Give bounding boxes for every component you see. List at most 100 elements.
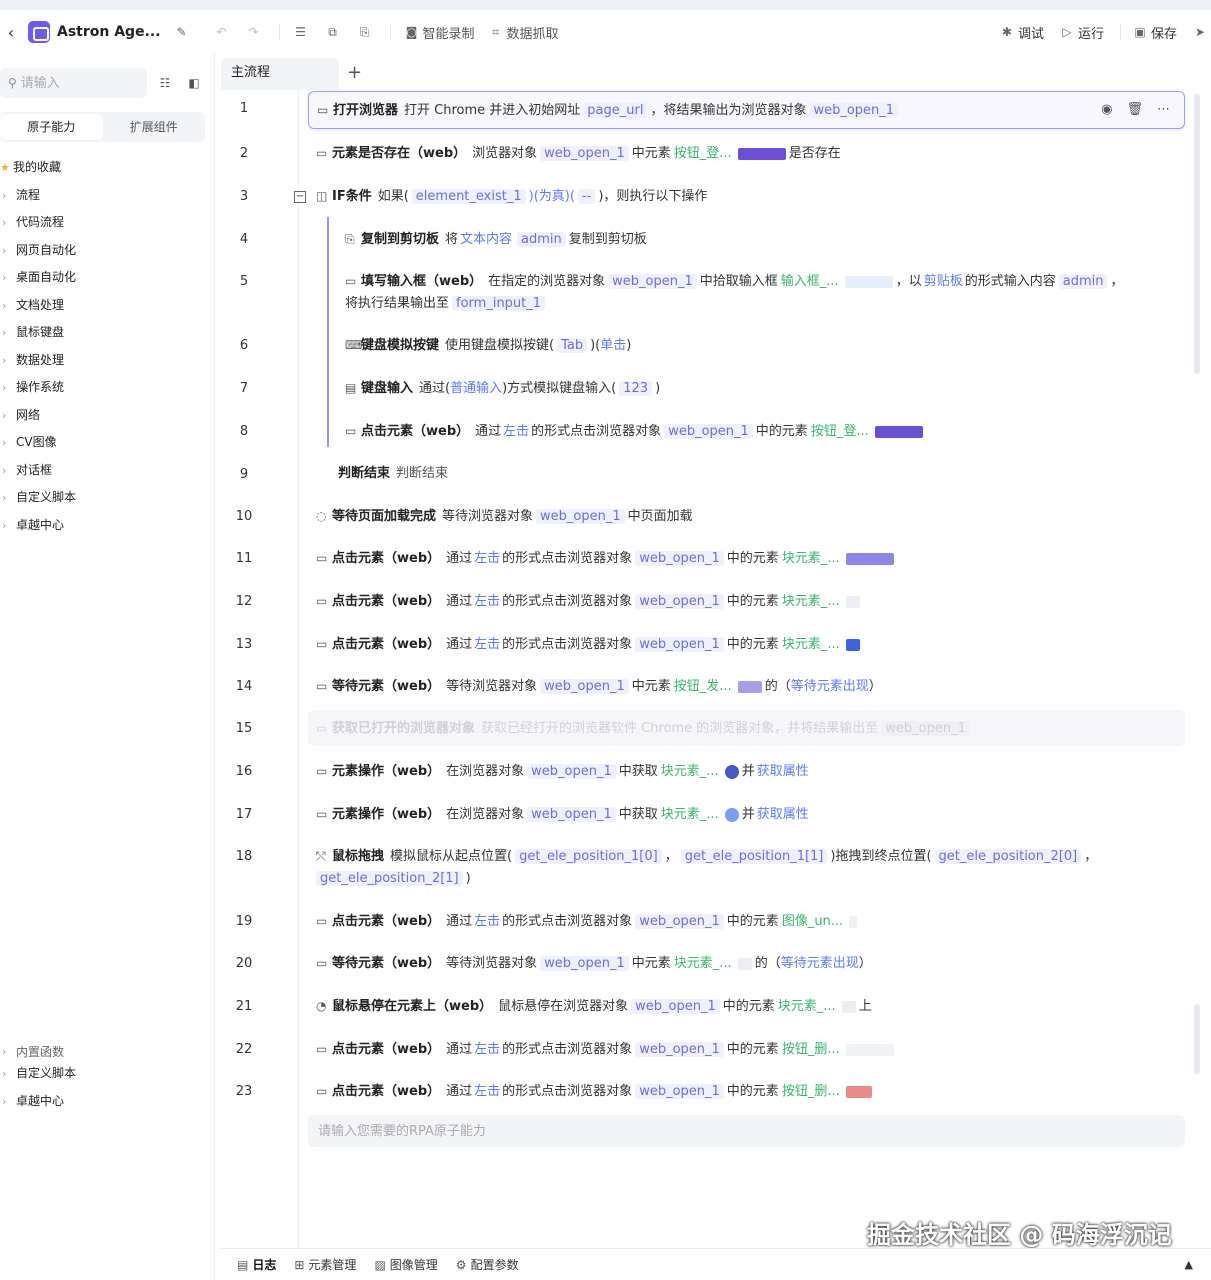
flow-row[interactable]: 17 ▭ 元素操作（web） 在浏览器对象 web_open_1 中获取 块元素_... 并…: [219, 803, 1194, 827]
option-link[interactable]: 左击: [474, 594, 500, 609]
debug-button[interactable]: ✱ 调试: [1000, 23, 1044, 42]
variable-chip[interactable]: web_open_1: [635, 637, 724, 652]
paste-icon[interactable]: ⎘: [358, 25, 376, 39]
smart-record-button[interactable]: ◙ 智能录制: [405, 23, 475, 42]
step-card[interactable]: ▭ 等待元素（web） 等待浏览器对象 web_open_1 中元素 按钮_发... 的（等…: [308, 675, 1185, 698]
more-icon[interactable]: ⋯: [1157, 92, 1170, 128]
variable-chip[interactable]: web_open_1: [635, 594, 724, 609]
element-chip[interactable]: 按钮_发...: [674, 679, 732, 694]
variable-chip[interactable]: web_open_1: [635, 1042, 724, 1057]
step-card[interactable]: ⎘ 复制到剪切板将文本内容 admin 复制到剪切板: [337, 228, 1185, 251]
tree-item-cv-image[interactable]: CV图像: [0, 429, 210, 457]
tree-item-web-automation[interactable]: 网页自动化: [0, 237, 210, 265]
step-card[interactable]: ▭ 点击元素（web） 通过 左击 的形式点击浏览器对象 web_open_1 中的元素 按钮…: [308, 1038, 1185, 1061]
save-button[interactable]: ▣ 保存: [1133, 23, 1177, 42]
flow-row[interactable]: 14 ▭ 等待元素（web） 等待浏览器对象 web_open_1 中元素 按钮_发...…: [219, 675, 1194, 699]
undo-icon[interactable]: ↶: [215, 25, 233, 39]
step-card[interactable]: ▭ 点击元素（web） 通过 左击 的形式点击浏览器对象 web_open_1 中的元素 按钮…: [337, 420, 1185, 443]
expand-panel-icon[interactable]: ▲: [1185, 1258, 1193, 1271]
flow-row-disabled[interactable]: 15 ▭ 获取已打开的浏览器对象 获取已经打开的浏览器软件 Chrome 的浏览器对…: [219, 710, 1194, 746]
flow-row[interactable]: 21 ◔ 鼠标悬停在元素上（web） 鼠标悬停在浏览器对象 web_open_1 中的元…: [219, 995, 1194, 1019]
rpa-ability-input[interactable]: [308, 1115, 1185, 1147]
variable-chip[interactable]: web_open_1: [881, 721, 970, 736]
scrollbar-thumb-lower[interactable]: [1194, 1004, 1200, 1074]
tree-item-flow[interactable]: 流程: [0, 182, 210, 210]
flow-row[interactable]: 13 ▭ 点击元素（web） 通过 左击 的形式点击浏览器对象 web_open_1 中的元…: [219, 633, 1194, 657]
data-capture-button[interactable]: ⌗ 数据抓取: [489, 23, 558, 42]
element-chip[interactable]: 块元素_...: [661, 807, 719, 822]
tree-item-excellence-center-2[interactable]: 卓越中心: [0, 1088, 210, 1116]
step-card[interactable]: ◫ IF条件 如果(element_exist_1)(为真)(--)，则执行以下操作: [308, 185, 1185, 208]
scrollbar-thumb[interactable]: [1194, 94, 1200, 374]
list-icon[interactable]: ☰: [294, 25, 312, 39]
add-flow-icon[interactable]: +: [347, 62, 362, 83]
element-chip[interactable]: 按钮_登...: [674, 146, 732, 161]
filter-icon[interactable]: ☷: [157, 76, 173, 90]
option-link[interactable]: 获取属性: [757, 807, 809, 822]
variable-chip[interactable]: web_open_1: [635, 914, 724, 929]
tree-item-dialog[interactable]: 对话框: [0, 457, 210, 485]
flow-row[interactable]: 2 ▭ 元素是否存在（web） 浏览器对象 web_open_1 中元素 按钮_登... 是…: [219, 142, 1194, 166]
tab-log[interactable]: ▤ 日志: [237, 1256, 276, 1273]
flow-row[interactable]: 7 ▤ 键盘输入 通过(普通输入)方式模拟键盘输入(123): [219, 377, 1194, 401]
variable-chip[interactable]: --: [577, 189, 596, 204]
variable-chip[interactable]: web_open_1: [540, 956, 629, 971]
tree-item-data-processing[interactable]: 数据处理: [0, 347, 210, 375]
variable-chip[interactable]: web_open_1: [527, 807, 616, 822]
tree-item-os[interactable]: 操作系统: [0, 374, 210, 402]
element-chip[interactable]: 块元素_...: [778, 999, 836, 1014]
flow-row[interactable]: 20 ▭ 等待元素（web） 等待浏览器对象 web_open_1 中元素 块元素_...…: [219, 952, 1194, 976]
flow-row[interactable]: 1 ▭ 打开浏览器 打开 Chrome 并进入初始网址 page_url ，将结果输出为…: [219, 91, 1194, 129]
flow-row[interactable]: 10 ◌ 等待页面加载完成 等待浏览器对象 web_open_1 中页面加载: [219, 505, 1194, 529]
tree-item-custom-script[interactable]: 自定义脚本: [0, 484, 210, 512]
element-chip[interactable]: 块元素_...: [782, 551, 840, 566]
flow-row[interactable]: 5 ▭ 填写输入框（web） 在指定的浏览器对象 web_open_1 中拾取输入框 输入…: [219, 270, 1194, 316]
step-card[interactable]: ▭ 点击元素（web） 通过 左击 的形式点击浏览器对象 web_open_1 中的元素 块元…: [308, 547, 1185, 570]
step-card[interactable]: ▭ 点击元素（web） 通过 左击 的形式点击浏览器对象 web_open_1 中的元素 块元…: [308, 633, 1185, 656]
variable-chip[interactable]: web_open_1: [631, 999, 720, 1014]
option-link[interactable]: 文本内容: [460, 232, 512, 247]
option-link[interactable]: 左击: [474, 551, 500, 566]
step-card[interactable]: ▭ 元素是否存在（web） 浏览器对象 web_open_1 中元素 按钮_登... 是否存…: [308, 142, 1185, 165]
variable-chip[interactable]: admin: [517, 232, 566, 247]
step-card[interactable]: ▭ 点击元素（web） 通过 左击 的形式点击浏览器对象 web_open_1 中的元素 按钮…: [308, 1080, 1185, 1103]
option-link[interactable]: 单击: [600, 338, 626, 353]
tab-extensions[interactable]: 扩展组件: [103, 112, 206, 142]
flow-row[interactable]: 19 ▭ 点击元素（web） 通过 左击 的形式点击浏览器对象 web_open_1 中的元…: [219, 910, 1194, 934]
variable-chip[interactable]: 123: [619, 381, 653, 396]
flow-row[interactable]: 16 ▭ 元素操作（web） 在浏览器对象 web_open_1 中获取 块元素_... 并…: [219, 760, 1194, 784]
step-card[interactable]: 判断结束 判断结束: [330, 463, 1185, 485]
flow-row[interactable]: 4 ⎘ 复制到剪切板将文本内容 admin 复制到剪切板: [219, 228, 1194, 252]
variable-chip[interactable]: web_open_1: [809, 103, 899, 118]
tree-item-document[interactable]: 文档处理: [0, 292, 210, 320]
tab-element-management[interactable]: ⊞ 元素管理: [294, 1256, 356, 1273]
variable-chip[interactable]: web_open_1: [540, 679, 629, 694]
variable-chip[interactable]: admin: [1058, 274, 1108, 289]
option-link[interactable]: 普通输入: [450, 381, 502, 396]
step-card[interactable]: ▭ 等待元素（web） 等待浏览器对象 web_open_1 中元素 块元素_... 的（等…: [308, 952, 1185, 975]
back-icon[interactable]: ‹: [2, 23, 20, 42]
publish-button[interactable]: ➤: [1193, 25, 1211, 39]
tree-item-code-flow[interactable]: 代码流程: [0, 209, 210, 237]
variable-chip[interactable]: web_open_1: [527, 764, 616, 779]
search-input[interactable]: [20, 75, 131, 91]
condition-text[interactable]: )(为真)(: [529, 189, 575, 204]
flow-row[interactable]: 22 ▭ 点击元素（web） 通过 左击 的形式点击浏览器对象 web_open_1 中的元…: [219, 1038, 1194, 1062]
variable-chip[interactable]: get_ele_position_2[1]: [316, 871, 463, 886]
step-card[interactable]: ◔ 鼠标悬停在元素上（web） 鼠标悬停在浏览器对象 web_open_1 中的元素 块元…: [308, 995, 1185, 1018]
step-card[interactable]: ▭ 元素操作（web） 在浏览器对象 web_open_1 中获取 块元素_... 并获取属…: [308, 803, 1185, 826]
step-card[interactable]: ▭ 点击元素（web） 通过 左击 的形式点击浏览器对象 web_open_1 中的元素 块元…: [308, 590, 1185, 613]
option-link[interactable]: 左击: [474, 637, 500, 652]
redo-icon[interactable]: ↷: [247, 25, 265, 39]
element-chip[interactable]: 块元素_...: [661, 764, 719, 779]
tree-item-custom-script-2[interactable]: 自定义脚本: [0, 1060, 210, 1088]
step-card[interactable]: ▭ 填写输入框（web） 在指定的浏览器对象 web_open_1 中拾取输入框 输入框_…: [337, 270, 1185, 315]
option-link[interactable]: 剪贴板: [924, 274, 963, 289]
option-link[interactable]: 等待元素出现: [791, 679, 869, 694]
variable-chip[interactable]: get_ele_position_1[1]: [680, 849, 828, 864]
step-card[interactable]: ⌨键盘模拟按键 使用键盘模拟按键(Tab)(单击): [337, 334, 1185, 357]
run-button[interactable]: ▷ 运行: [1060, 23, 1104, 42]
option-link[interactable]: 获取属性: [757, 764, 809, 779]
collapse-sidebar-icon[interactable]: ◧: [186, 76, 202, 90]
step-card[interactable]: ▭ 元素操作（web） 在浏览器对象 web_open_1 中获取 块元素_... 并获取属…: [308, 760, 1185, 783]
